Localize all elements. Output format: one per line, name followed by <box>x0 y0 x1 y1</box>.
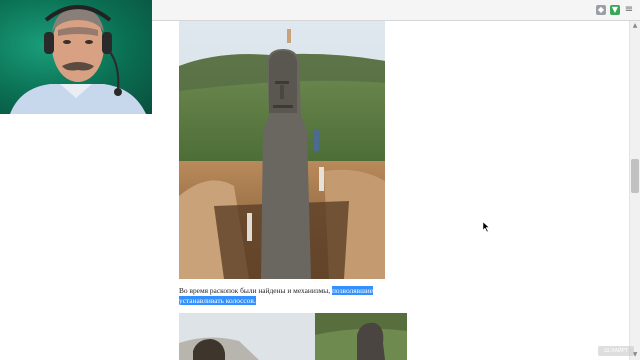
toolbar-icons: ◆ ▼ ≡ <box>596 3 634 17</box>
extension-icon[interactable]: ▼ <box>610 5 620 15</box>
article-caption: Во время раскопок были найдены и механиз… <box>179 286 394 306</box>
page-scrollbar[interactable]: ▲ ▼ <box>629 21 640 360</box>
shield-icon[interactable]: ◆ <box>596 5 606 15</box>
webcam-overlay <box>0 0 152 114</box>
channel-watermark: Ш.ХАЙРТ <box>598 346 634 356</box>
scroll-up-arrow-icon[interactable]: ▲ <box>630 21 640 31</box>
menu-icon[interactable]: ≡ <box>624 5 634 15</box>
mouse-cursor-icon <box>482 219 491 233</box>
scroll-thumb[interactable] <box>631 159 639 193</box>
caption-text: Во время раскопок были найдены и механиз… <box>179 286 332 295</box>
moai-excavation-photo <box>179 21 385 279</box>
photo-row <box>179 313 407 360</box>
